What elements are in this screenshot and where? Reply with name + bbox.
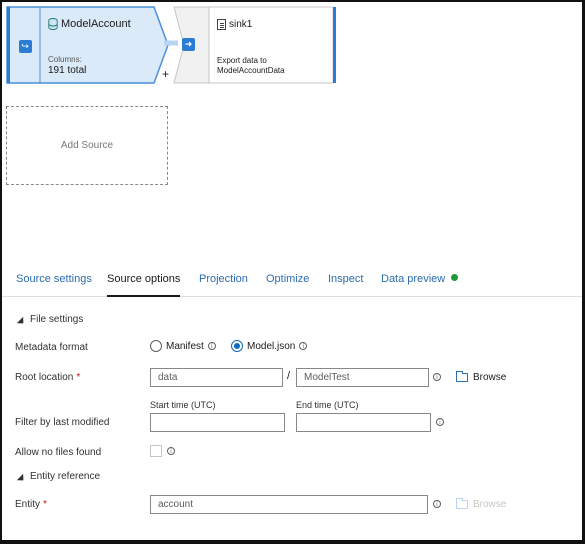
collapse-triangle-icon: [16, 316, 24, 323]
tab-data-preview[interactable]: Data preview: [381, 273, 459, 297]
sink-node-title-row: sink1: [217, 19, 252, 30]
source-columns-value: 191 total: [48, 65, 87, 76]
entity-browse-button[interactable]: Browse: [456, 498, 507, 510]
root-location-label-text: Root location: [15, 372, 74, 383]
entity-label-text: Entity: [15, 499, 41, 510]
tab-inspect[interactable]: Inspect: [328, 273, 363, 297]
add-source-button[interactable]: Add Source: [6, 106, 168, 185]
root-location-label: Root location *: [15, 372, 80, 383]
entity-label: Entity *: [15, 499, 47, 510]
sink-node-sink1[interactable]: ➜ sink1 Export data to ModelAccountData: [172, 6, 337, 84]
source-columns-label: Columns:: [48, 55, 82, 64]
folder-icon: [456, 498, 468, 509]
info-icon[interactable]: i: [436, 418, 444, 426]
radio-model-json[interactable]: Model.json i: [231, 340, 308, 352]
model-json-radio-label: Model.json: [247, 340, 296, 352]
source-node-title-row: ModelAccount: [48, 18, 131, 30]
database-icon: [48, 18, 58, 30]
tab-projection[interactable]: Projection: [199, 273, 248, 297]
file-settings-header-label: File settings: [30, 314, 84, 325]
settings-tab-bar: Source settings Source options Projectio…: [2, 265, 582, 297]
start-time-label: Start time (UTC): [150, 400, 216, 410]
file-icon: [217, 19, 226, 30]
source-type-strip: ↪: [10, 8, 40, 84]
add-source-label: Add Source: [60, 140, 114, 151]
entity-browse-label: Browse: [473, 499, 507, 510]
sink-desc-line2: ModelAccountData: [217, 66, 285, 75]
collapse-triangle-icon: [16, 473, 24, 480]
folder-icon: [456, 371, 468, 382]
required-marker: *: [43, 499, 47, 510]
manifest-radio-button[interactable]: [150, 340, 162, 352]
source-node-modelaccount[interactable]: ↪ ModelAccount Columns: 191 total: [6, 6, 169, 84]
status-dot-icon: [451, 274, 459, 281]
entity-input[interactable]: account: [150, 495, 428, 514]
end-time-label: End time (UTC): [296, 400, 359, 410]
tab-source-options[interactable]: Source options: [107, 273, 181, 297]
sink-node-title: sink1: [229, 19, 253, 30]
sink-node-description: Export data to ModelAccountData: [217, 56, 327, 76]
add-transform-button[interactable]: +: [162, 67, 169, 81]
root-browse-button[interactable]: Browse: [456, 371, 507, 383]
data-flow-canvas[interactable]: ↪ ModelAccount Columns: 191 total + ➜ si…: [2, 2, 582, 260]
manifest-radio-label: Manifest: [166, 340, 204, 352]
source-node-title: ModelAccount: [61, 18, 131, 30]
info-icon[interactable]: i: [207, 342, 216, 350]
info-icon[interactable]: i: [433, 373, 441, 381]
tab-optimize[interactable]: Optimize: [266, 273, 309, 297]
info-icon[interactable]: i: [167, 447, 175, 455]
allow-no-files-label: Allow no files found: [15, 447, 102, 458]
sink-desc-line1: Export data to: [217, 56, 267, 65]
source-arrow-icon: ↪: [18, 39, 32, 53]
tab-data-preview-label: Data preview: [381, 273, 446, 285]
allow-no-files-checkbox[interactable]: [150, 445, 162, 457]
file-settings-header[interactable]: File settings: [16, 314, 83, 325]
entity-reference-header[interactable]: Entity reference: [16, 471, 100, 482]
start-time-input[interactable]: [150, 413, 285, 432]
info-icon[interactable]: i: [433, 500, 441, 508]
root-browse-label: Browse: [473, 372, 507, 383]
filter-last-modified-label: Filter by last modified: [15, 417, 110, 428]
sink-type-strip: ➜: [182, 38, 195, 51]
entity-reference-header-label: Entity reference: [30, 471, 101, 482]
root-folder-input[interactable]: ModelTest: [296, 368, 429, 387]
radio-manifest[interactable]: Manifest i: [150, 340, 216, 352]
required-marker: *: [76, 372, 81, 383]
sink-arrow-icon: ➜: [182, 38, 195, 51]
model-json-radio-button[interactable]: [231, 340, 243, 352]
info-icon[interactable]: i: [299, 342, 308, 350]
root-container-input[interactable]: data: [150, 368, 283, 387]
tab-source-settings[interactable]: Source settings: [16, 273, 92, 297]
metadata-format-label: Metadata format: [15, 342, 88, 353]
end-time-input[interactable]: [296, 413, 431, 432]
path-separator: /: [287, 370, 291, 382]
